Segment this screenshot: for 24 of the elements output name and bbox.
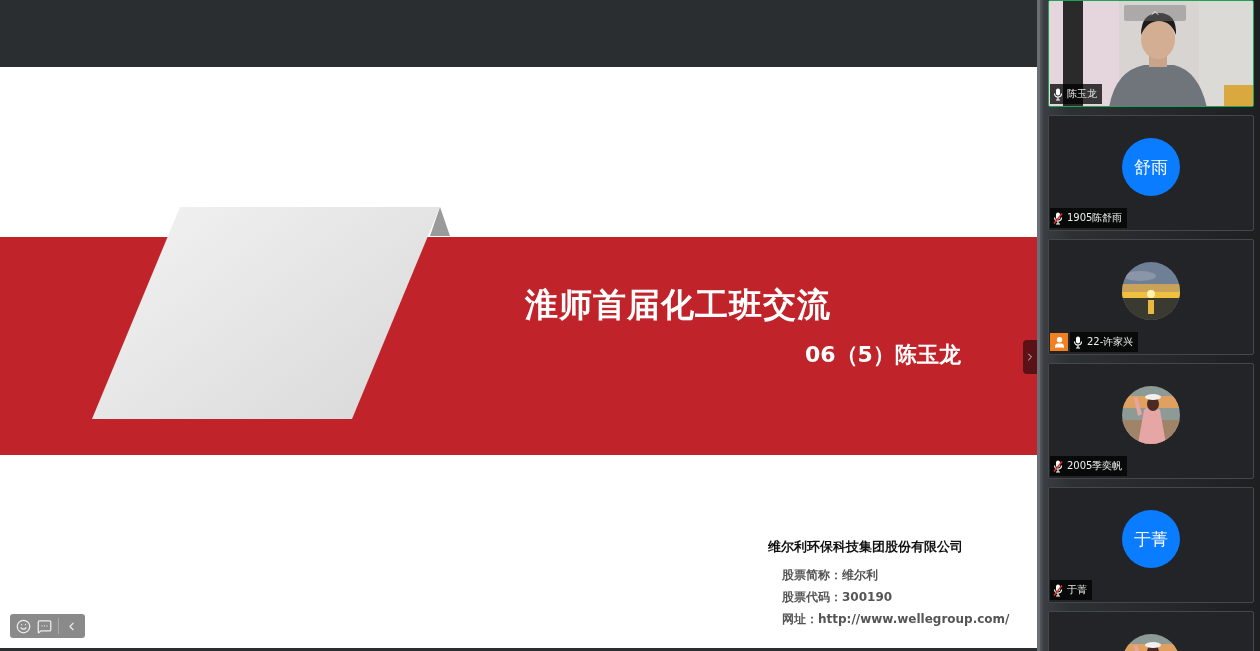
avatar: 于菁 <box>1122 510 1180 568</box>
company-detail: 股票简称：维尔利 <box>782 567 879 584</box>
participant-name: 22-许家兴 <box>1087 335 1134 349</box>
emoji-button[interactable] <box>16 618 31 634</box>
avatar: 舒雨 <box>1122 138 1180 196</box>
company-name: 维尔利环保科技集团股份有限公司 <box>768 539 964 556</box>
chat-icon <box>37 618 52 634</box>
company-detail: 股票代码：300190 <box>782 589 894 606</box>
participant-name: 于菁 <box>1067 583 1087 597</box>
participant-tile[interactable]: 舒雨 1905陈舒雨 <box>1048 115 1254 231</box>
collapse-button[interactable] <box>1124 5 1186 21</box>
participant-name: 陈玉龙 <box>1067 87 1097 101</box>
chat-button[interactable] <box>37 618 52 634</box>
participant-tile[interactable]: 陈玉龙 <box>1048 0 1254 107</box>
participant-name: 1905陈舒雨 <box>1067 211 1123 225</box>
participant-tile[interactable]: 22-许家兴 <box>1048 239 1254 355</box>
collapse-handle[interactable] <box>1023 340 1037 374</box>
participant-tile[interactable]: 2005季奕帆 <box>1048 363 1254 479</box>
participant-tile[interactable]: 于菁 于菁 <box>1048 487 1254 603</box>
company-detail: 网址：http://www.wellegroup.com/ <box>782 611 1011 628</box>
slide-subtitle: 06（5）陈玉龙 <box>805 341 961 369</box>
participant-name: 2005季奕帆 <box>1067 459 1123 473</box>
slide-title: 淮师首届化工班交流 <box>525 284 832 326</box>
smiley-icon <box>16 618 31 634</box>
